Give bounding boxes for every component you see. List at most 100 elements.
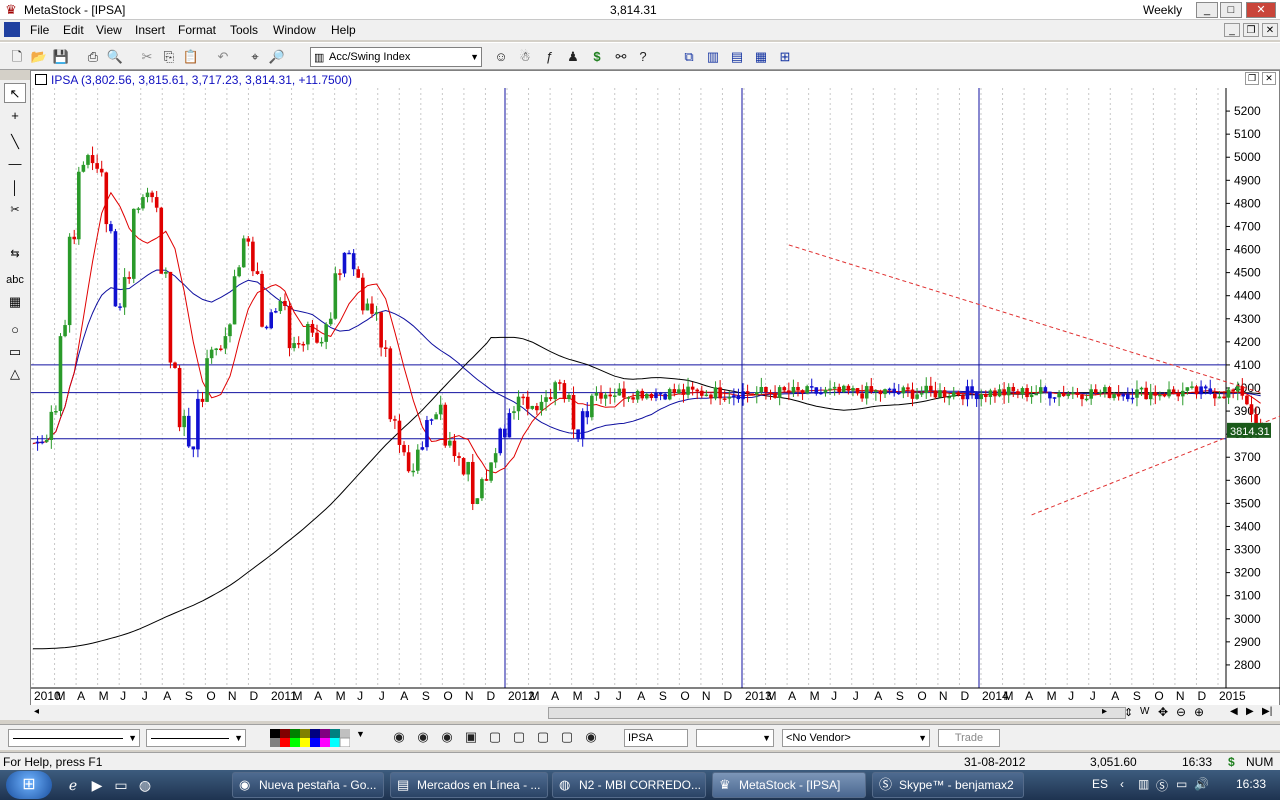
tile-grid-icon[interactable]: ▦	[752, 48, 770, 66]
color-palette[interactable]	[270, 729, 350, 747]
scroll-thumb[interactable]	[548, 707, 1126, 719]
chart-close-icon[interactable]: ✕	[1262, 72, 1276, 85]
rectangle-tool-icon[interactable]: ▭	[4, 342, 26, 362]
periodicity-select[interactable]: ▼	[696, 729, 774, 747]
chart-horizontal-scrollbar[interactable]: ◂ ▸ ⇕ W ✥ ⊖ ⊕ ◀ ▶ ▶|	[30, 705, 1280, 721]
tray-skype-icon[interactable]: Ⓢ	[1156, 777, 1168, 794]
line-style-select[interactable]: ▼	[8, 729, 140, 747]
end-icon[interactable]: ▶|	[1262, 706, 1272, 717]
delete-lines-tool-icon[interactable]: ✂	[4, 200, 26, 220]
paste-icon[interactable]: 📋	[182, 48, 200, 66]
menu-view[interactable]: View	[96, 23, 122, 37]
taskbar-clock[interactable]: 16:33	[1236, 777, 1266, 791]
mdi-minimize-icon[interactable]: _	[1224, 23, 1240, 37]
menu-edit[interactable]: Edit	[63, 23, 84, 37]
help-cursor-icon[interactable]: ?	[634, 48, 652, 66]
crosshair-tool-icon[interactable]: +	[4, 106, 26, 126]
horizontal-line-tool-icon[interactable]: —	[4, 154, 26, 174]
line-weight-select[interactable]: ▼	[146, 729, 246, 747]
tile-horizontal-icon[interactable]: ▤	[728, 48, 746, 66]
chrome-shortcut-icon[interactable]: ◉	[414, 728, 432, 746]
menu-help[interactable]: Help	[331, 23, 356, 37]
open-icon[interactable]: 📂	[30, 48, 48, 66]
menu-tools[interactable]: Tools	[230, 23, 258, 37]
folder-icon[interactable]: ▭	[110, 774, 132, 796]
vendor-select[interactable]: <No Vendor> ▼	[782, 729, 930, 747]
mdi-restore-icon[interactable]: ❐	[1243, 23, 1259, 37]
menu-format[interactable]: Format	[178, 23, 216, 37]
print-icon[interactable]: ⎙	[84, 48, 102, 66]
security-input[interactable]: IPSA	[624, 729, 688, 747]
ellipse-tool-icon[interactable]: ○	[4, 320, 26, 340]
move-icon[interactable]: ✥	[1158, 705, 1168, 719]
window-icon[interactable]: ▢	[510, 728, 528, 746]
zoom-tool-icon[interactable]: ⇆	[4, 244, 26, 264]
page-right-icon[interactable]: ▶	[1246, 706, 1254, 717]
calendar-icon[interactable]: ▣	[462, 728, 480, 746]
expert-advisor-icon[interactable]: ☺	[492, 48, 510, 66]
tray-volume-icon[interactable]: 🔊	[1194, 777, 1209, 791]
compress-icon[interactable]: ⇕	[1124, 706, 1133, 719]
text-tool-icon[interactable]: abc	[4, 270, 26, 290]
weekly-icon[interactable]: W	[1140, 706, 1149, 717]
mdi-close-icon[interactable]: ✕	[1262, 23, 1278, 37]
tray-expand-icon[interactable]: ‹	[1120, 777, 1124, 791]
ie-icon[interactable]: ℯ	[62, 774, 84, 796]
language-indicator[interactable]: ES	[1092, 777, 1108, 791]
explorer-icon[interactable]: ☃	[516, 48, 534, 66]
mdi-doc-icon[interactable]	[4, 22, 20, 37]
scroll-left-icon[interactable]: ◂	[34, 706, 39, 717]
chrome-shortcut-icon[interactable]: ◉	[438, 728, 456, 746]
task-metastock[interactable]: ♛ MetaStock - [IPSA]	[712, 772, 866, 798]
menu-insert[interactable]: Insert	[135, 23, 165, 37]
trendline-tool-icon[interactable]: ╲	[4, 132, 26, 152]
chrome-shortcut-icon[interactable]: ◉	[582, 728, 600, 746]
tray-network-icon[interactable]: ▥	[1138, 777, 1149, 791]
vertical-line-tool-icon[interactable]: │	[4, 178, 26, 198]
indicator-select[interactable]: ▥ Acc/Swing Index ▼	[310, 47, 482, 67]
cut-icon[interactable]: ✂	[138, 48, 156, 66]
maximize-window-button[interactable]: □	[1220, 2, 1242, 18]
dollar-icon[interactable]: $	[588, 48, 606, 66]
task-skype[interactable]: Ⓢ Skype™ - benjamax2	[872, 772, 1024, 798]
arrange-icon[interactable]: ⊞	[776, 48, 794, 66]
scroll-right-icon[interactable]: ▸	[1102, 706, 1107, 717]
save-icon[interactable]: 💾	[52, 48, 70, 66]
minimize-window-button[interactable]: _	[1196, 2, 1218, 18]
firefox-icon[interactable]: ◍	[134, 774, 156, 796]
task-chrome[interactable]: ◉ Nueva pestaña - Go...	[232, 772, 384, 798]
grid-tool-icon[interactable]: ▦	[4, 292, 26, 312]
page-left-icon[interactable]: ◀	[1230, 706, 1238, 717]
new-icon[interactable]: 🗋	[8, 48, 26, 66]
formula-icon[interactable]: ƒ	[540, 48, 558, 66]
chrome-shortcut-icon[interactable]: ◉	[390, 728, 408, 746]
crosshair-icon[interactable]: ⌖	[246, 48, 264, 66]
task-firefox[interactable]: ◍ N2 - MBI CORREDO...	[552, 772, 706, 798]
window-icon[interactable]: ▢	[558, 728, 576, 746]
start-button-icon[interactable]: ⊞	[6, 771, 52, 799]
binoculars-icon[interactable]: ⚯	[612, 48, 630, 66]
chart-restore-icon[interactable]: ❐	[1245, 72, 1259, 85]
undo-icon[interactable]: ↶	[214, 48, 232, 66]
zoom-in-icon[interactable]: ⊕	[1194, 705, 1204, 719]
window-icon[interactable]: ▢	[486, 728, 504, 746]
zoom-out-icon[interactable]: ⊖	[1176, 705, 1186, 719]
task-mercados[interactable]: ▤ Mercados en Línea - ...	[390, 772, 548, 798]
print-preview-icon[interactable]: 🔍	[106, 48, 124, 66]
tile-vertical-icon[interactable]: ▥	[704, 48, 722, 66]
cascade-icon[interactable]: ⧉	[680, 48, 698, 66]
zoom-icon[interactable]: 🔎	[268, 48, 286, 66]
triangle-tool-icon[interactable]: △	[4, 364, 26, 384]
pointer-tool-icon[interactable]: ↖	[4, 83, 26, 103]
trade-button[interactable]: Trade	[938, 729, 1000, 747]
tray-monitor-icon[interactable]: ▭	[1176, 777, 1187, 791]
close-window-button[interactable]: ✕	[1246, 2, 1276, 18]
menu-window[interactable]: Window	[273, 23, 316, 37]
price-chart[interactable]: 2010M A M J J A S O N D 2011M A M J J A S O N D 2012M A M J J A S O…	[31, 88, 1280, 705]
copy-icon[interactable]: ⎘	[160, 48, 178, 66]
media-player-icon[interactable]: ▶	[86, 774, 108, 796]
palette-chevron-icon[interactable]: ▼	[356, 729, 365, 739]
window-icon[interactable]: ▢	[534, 728, 552, 746]
menu-file[interactable]: File	[30, 23, 49, 37]
system-tester-icon[interactable]: ♟	[564, 48, 582, 66]
